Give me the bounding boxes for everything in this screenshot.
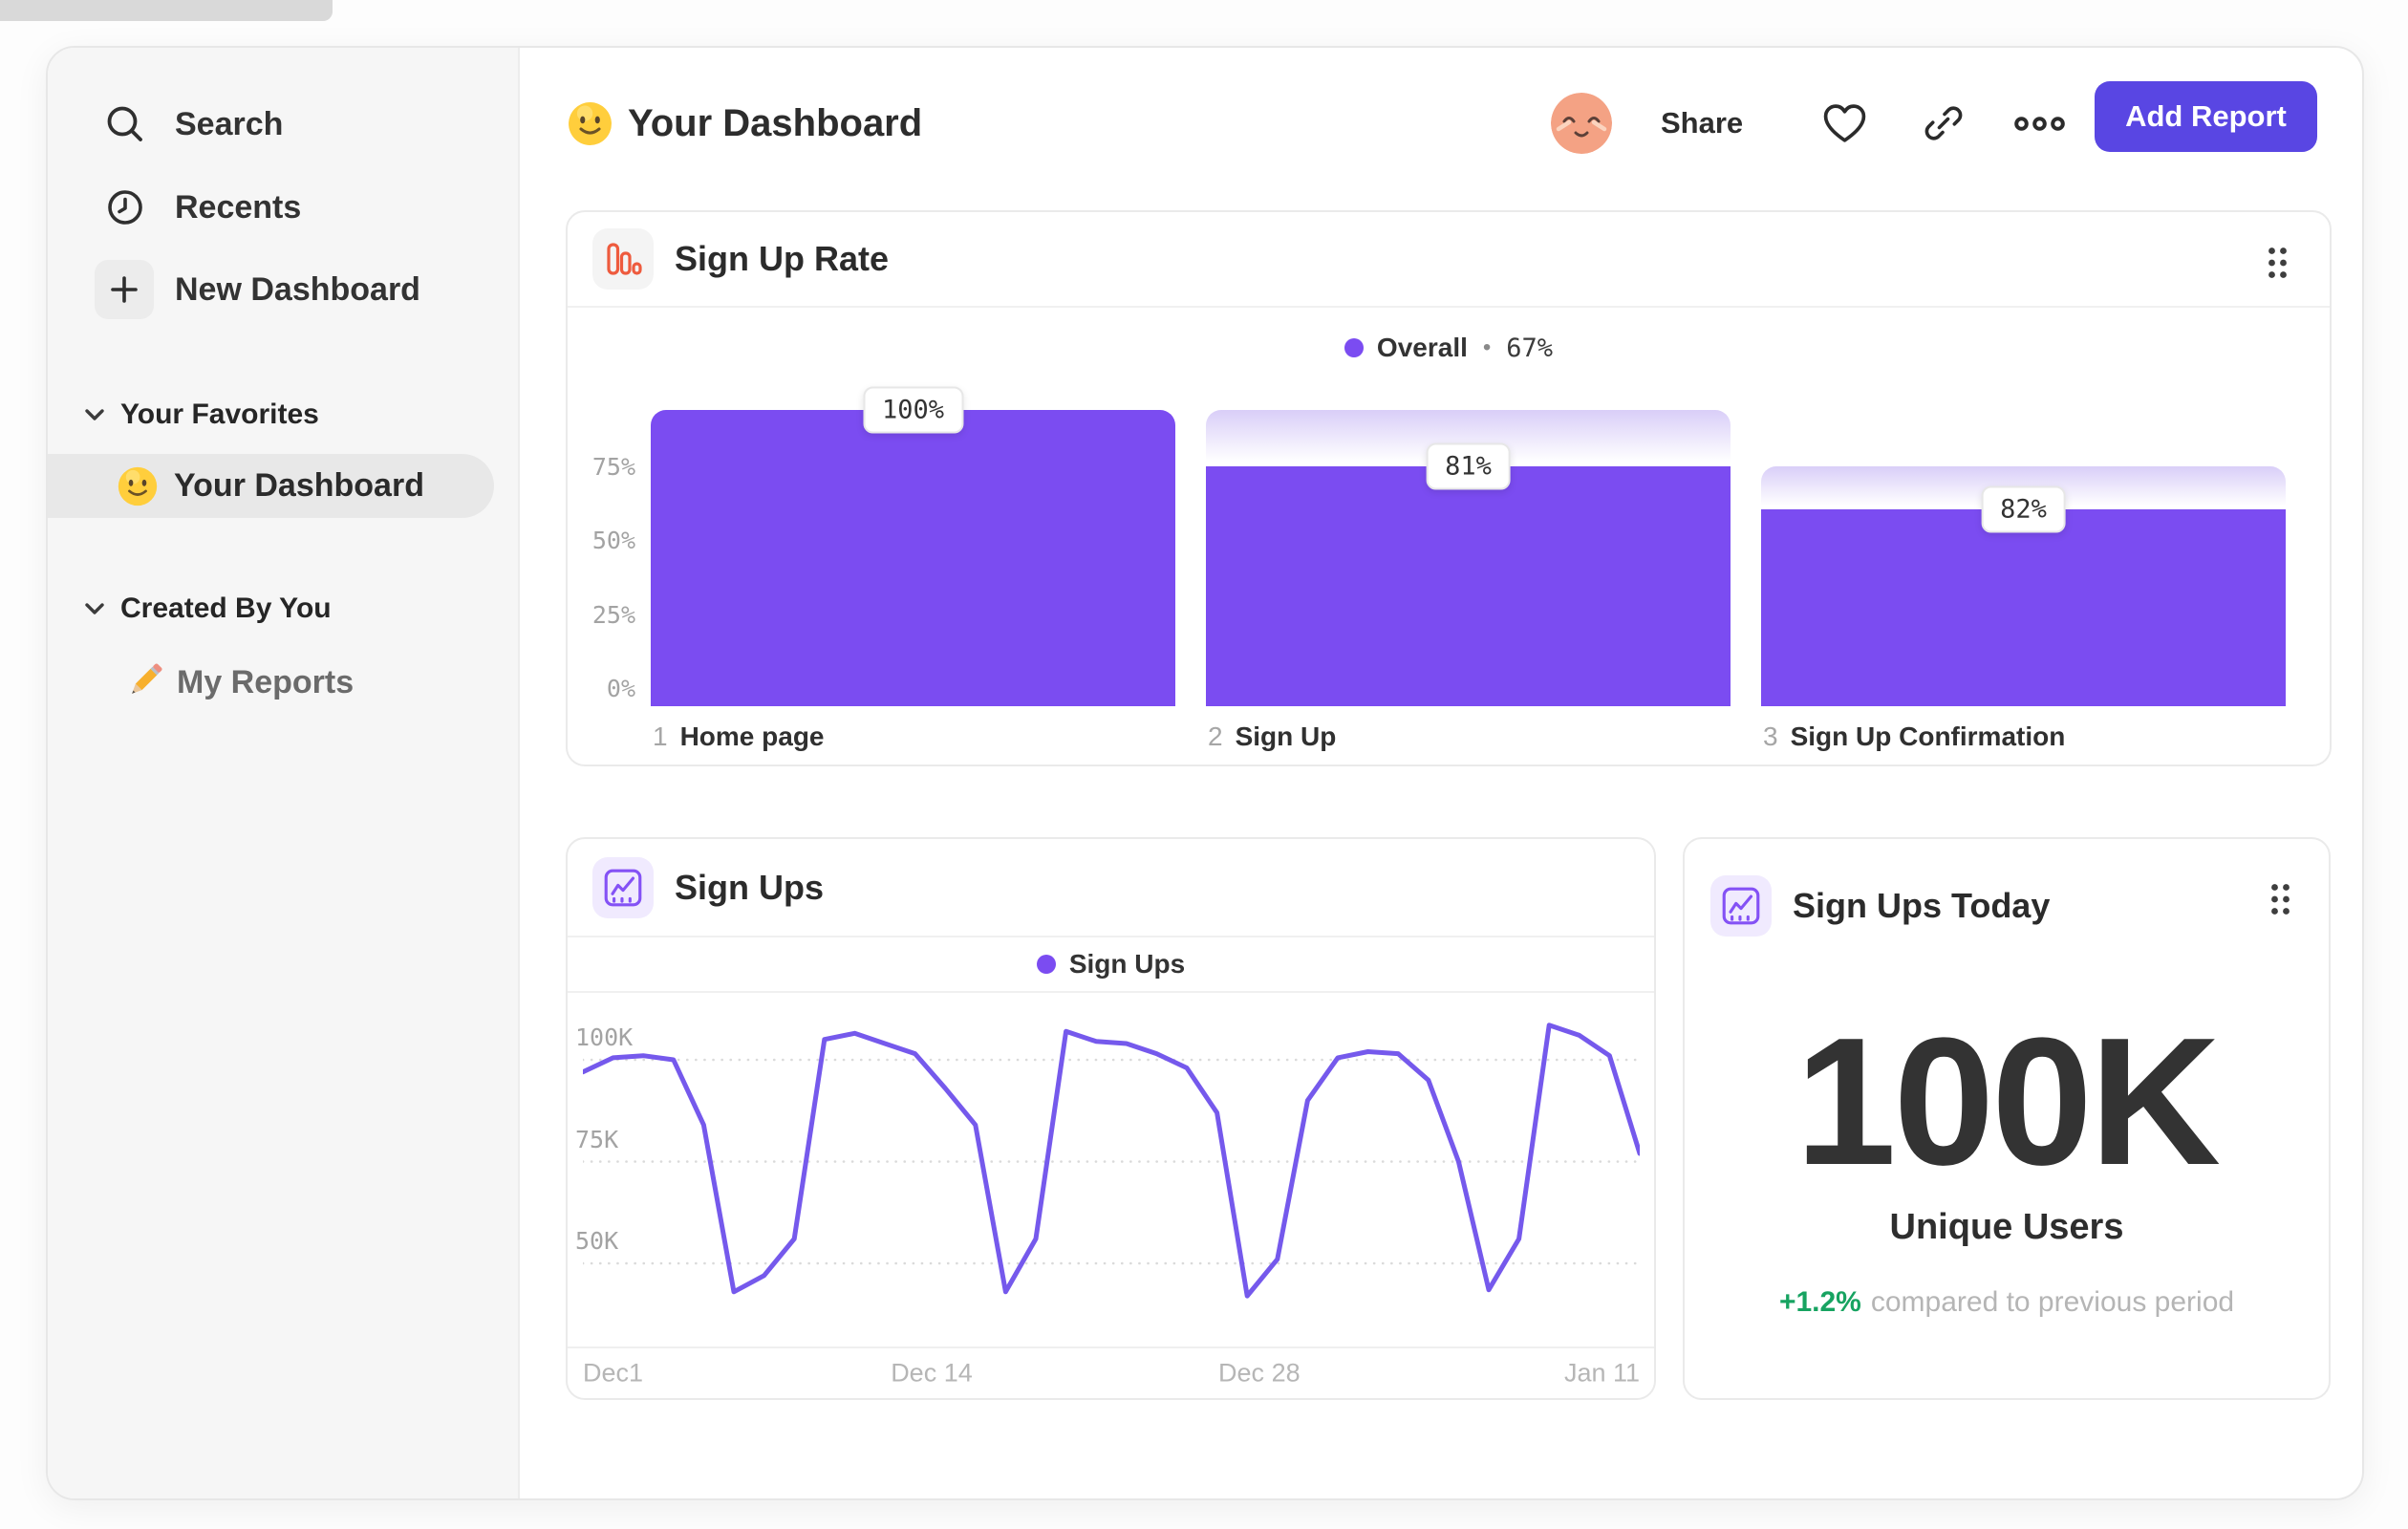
legend-overall-value: 67% <box>1506 333 1554 363</box>
legend-series-name: Overall <box>1376 333 1468 362</box>
kpi-delta-note: compared to previous period <box>1870 1286 2235 1318</box>
funnel-bar-fill <box>651 410 1175 706</box>
chevron-down-icon <box>84 408 105 421</box>
screen: Search Recents New Dashboard Your Favori… <box>0 0 2408 1529</box>
legend-separator: • <box>1482 334 1492 360</box>
sidebar-item-label: New Dashboard <box>175 270 420 308</box>
legend-dot <box>1344 338 1364 357</box>
sidebar-item-your-dashboard[interactable]: Your Dashboard <box>48 454 494 518</box>
sidebar-item-recents[interactable]: Recents <box>48 177 518 238</box>
line-chart: 100K 75K 50K <box>575 992 1640 1346</box>
funnel-chart: 75% 50% 25% 0% 100% 1 Home page 81% 2 Sign Up 82% 3… <box>592 386 2286 751</box>
sidebar-item-label: Search <box>175 105 284 142</box>
funnel-chart-icon <box>592 228 654 290</box>
drag-handle-icon[interactable] <box>2270 883 2290 915</box>
sidebar-item-new-dashboard[interactable]: New Dashboard <box>48 260 518 319</box>
kpi-delta: +1.2% compared to previous period <box>1685 1286 2329 1319</box>
chevron-down-icon <box>84 602 105 615</box>
y-axis-tick: 50K <box>575 1227 619 1255</box>
y-axis-tick: 100K <box>575 1023 634 1051</box>
x-axis-tick: Dec 28 <box>1218 1358 1301 1388</box>
x-axis-tick: Jan 11 <box>1563 1358 1640 1388</box>
sidebar-item-search[interactable]: Search <box>48 94 518 155</box>
x-axis-tick: Dec1 <box>583 1358 644 1388</box>
sign-ups-card: Sign Ups Sign Ups 100K 75K 50K Dec1 Dec 14 D… <box>566 837 1656 1400</box>
sign-ups-today-card: Sign Ups Today 100K Unique Users +1.2% co… <box>1683 837 2331 1400</box>
y-axis-tick: 0% <box>606 675 635 702</box>
sidebar-section-created-by-you[interactable]: Created By You <box>48 578 518 639</box>
card-title: Sign Ups <box>675 867 825 907</box>
kpi-label: Unique Users <box>1889 1207 2124 1247</box>
clock-icon <box>102 184 148 230</box>
funnel-bar: 82% 3 Sign Up Confirmation <box>1761 410 2286 751</box>
x-axis-tick: Dec 14 <box>891 1358 973 1388</box>
drag-handle-icon[interactable] <box>2268 247 2288 279</box>
card-title: Sign Ups Today <box>1793 886 2051 925</box>
section-header-label: Created By You <box>120 592 332 624</box>
plus-icon <box>95 260 154 319</box>
y-axis-tick: 75K <box>575 1125 619 1153</box>
conversion-badge: 82% <box>1981 485 2066 533</box>
sidebar: Search Recents New Dashboard Your Favori… <box>48 48 520 1498</box>
y-axis-tick: 75% <box>591 452 635 481</box>
copy-link-icon[interactable] <box>1923 86 1965 161</box>
card-header: Sign Ups Today <box>1685 839 2329 973</box>
add-report-label: Add Report <box>2125 99 2287 133</box>
funnel-legend[interactable]: Overall • 67% <box>568 308 2330 388</box>
card-title: Sign Up Rate <box>675 239 890 278</box>
funnel-step-label: 3 Sign Up Confirmation <box>1763 721 2066 751</box>
share-button[interactable]: Share <box>1661 86 1743 161</box>
sidebar-section-your-favorites[interactable]: Your Favorites <box>48 384 518 445</box>
legend-dot <box>1036 955 1056 974</box>
sign-up-rate-card: Sign Up Rate Overall • 67% 75% 50% 25% 0% 10… <box>566 210 2332 766</box>
funnel-bar: 81% 2 Sign Up <box>1206 410 1731 751</box>
funnel-bar-fill <box>1206 465 1731 706</box>
more-options-icon[interactable] <box>2014 86 2065 161</box>
funnel-step-label: 2 Sign Up <box>1208 721 1337 751</box>
funnel-bar-fill <box>1761 509 2286 706</box>
pencil-emoji <box>123 662 163 702</box>
y-axis-tick: 25% <box>591 600 635 629</box>
sidebar-item-label: My Reports <box>177 663 355 700</box>
share-label: Share <box>1661 106 1744 140</box>
page-title-text: Your Dashboard <box>628 101 923 144</box>
background-window-artifact <box>0 0 333 21</box>
kpi-value: 100K <box>1795 1001 2221 1203</box>
sidebar-item-label: Your Dashboard <box>174 467 424 504</box>
favorite-heart-icon[interactable] <box>1822 86 1867 161</box>
conversion-badge: 81% <box>1426 442 1511 490</box>
main-content: Your Dashboard Share Add Report Sign Up … <box>518 48 2362 1498</box>
y-axis-tick: 50% <box>591 527 635 554</box>
avatar[interactable] <box>1551 93 1612 154</box>
kpi-delta-value: +1.2% <box>1778 1286 1861 1318</box>
funnel-step-label: 1 Home page <box>653 721 825 751</box>
legend-series-name: Sign Ups <box>1068 949 1186 979</box>
smiley-emoji <box>117 465 159 507</box>
smiley-emoji <box>567 100 613 147</box>
page-title: Your Dashboard <box>567 86 922 161</box>
card-header: Sign Ups <box>568 839 1654 937</box>
line-legend[interactable]: Sign Ups <box>568 937 1654 993</box>
x-axis-labels: Dec1 Dec 14 Dec 28 Jan 11 <box>568 1346 1654 1398</box>
search-icon <box>102 101 148 147</box>
sidebar-item-label: Recents <box>175 188 302 226</box>
line-chart-icon <box>592 856 654 918</box>
line-chart-icon <box>1710 875 1772 937</box>
add-report-button[interactable]: Add Report <box>2095 81 2317 152</box>
section-header-label: Your Favorites <box>120 398 319 430</box>
funnel-bar: 100% 1 Home page <box>651 386 1175 751</box>
page-header: Your Dashboard Share Add Report <box>518 81 2362 161</box>
sidebar-item-my-reports[interactable]: My Reports <box>48 652 518 713</box>
app-window: Search Recents New Dashboard Your Favori… <box>46 46 2364 1500</box>
card-header: Sign Up Rate <box>568 212 2330 308</box>
conversion-badge: 100% <box>862 386 964 434</box>
